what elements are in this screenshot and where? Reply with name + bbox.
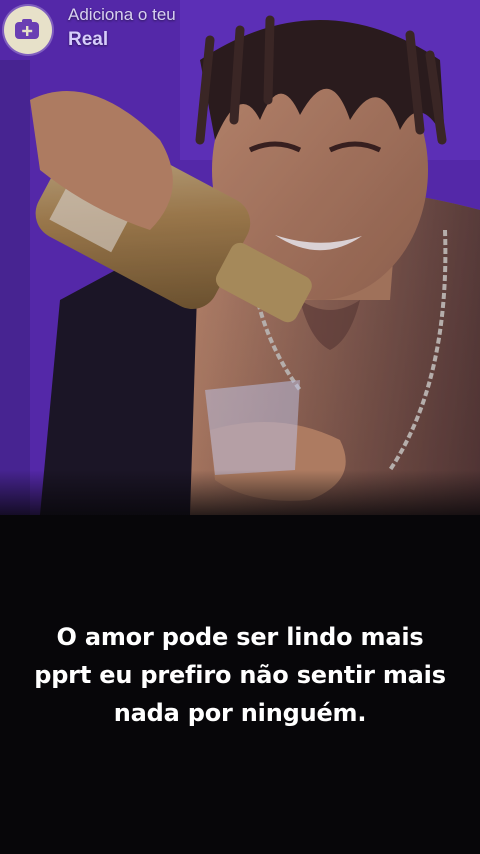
add-real-prompt-line1: Adiciona o teu	[68, 5, 176, 24]
add-real-badge[interactable]	[0, 0, 60, 64]
camera-plus-icon[interactable]	[14, 18, 40, 40]
story-photo	[0, 0, 480, 515]
photo-illustration	[0, 0, 480, 515]
story-caption: O amor pode ser lindo mais pprt eu prefi…	[34, 623, 446, 727]
photo-fade	[0, 470, 480, 540]
story-screen: Adiciona o teu Real O amor pode ser lind…	[0, 0, 480, 854]
add-real-prompt-line2: Real	[68, 29, 109, 50]
add-real-prompt[interactable]: Adiciona o teu Real	[68, 4, 176, 54]
